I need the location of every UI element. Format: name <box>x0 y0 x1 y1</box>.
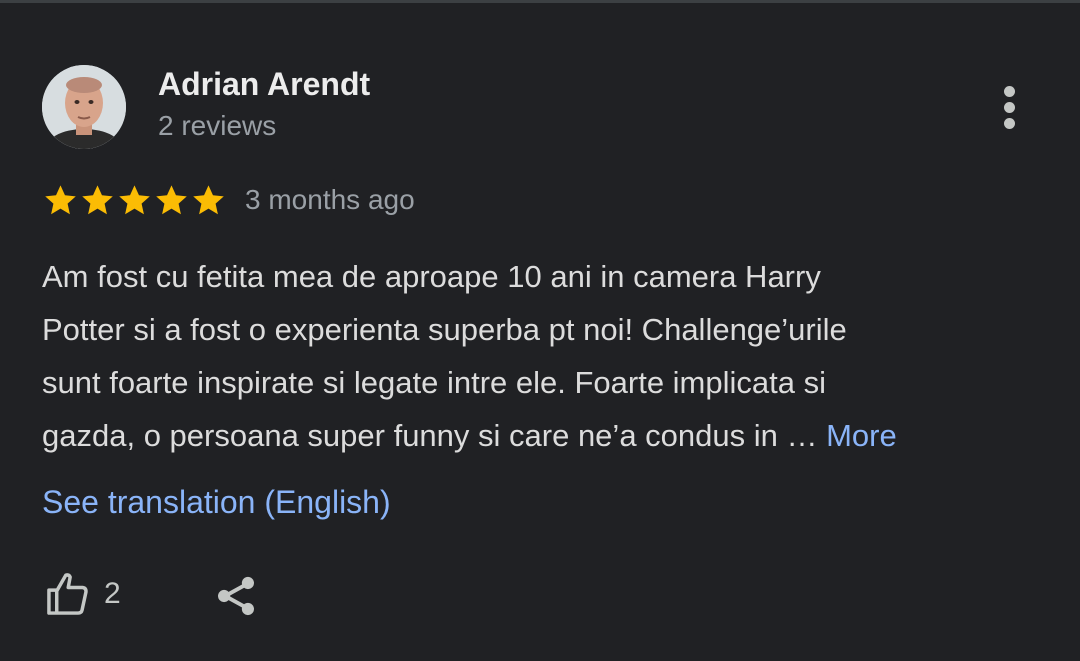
star-icon <box>82 184 113 214</box>
more-vert-icon[interactable] <box>990 82 1030 134</box>
top-divider <box>0 0 1080 3</box>
avatar-image <box>42 65 126 149</box>
share-button[interactable] <box>210 570 262 622</box>
more-link[interactable]: More <box>826 418 897 453</box>
review-text-line: sunt foarte inspirate si legate intre el… <box>42 365 826 400</box>
star-rating <box>42 182 227 219</box>
like-button[interactable]: 2 <box>42 566 121 622</box>
like-count: 2 <box>104 577 121 610</box>
review-text-truncated: gazda, o persoana super funny si care ne… <box>42 418 827 453</box>
share-icon <box>218 576 254 616</box>
thumb-up-icon <box>47 573 88 615</box>
star-icon <box>119 184 150 214</box>
review-text: Am fost cu fetita mea de aproape 10 ani … <box>42 250 1042 462</box>
star-icon <box>193 184 224 214</box>
review-time: 3 months ago <box>245 184 415 215</box>
see-translation-link[interactable]: See translation (English) <box>42 484 391 521</box>
author-review-count: 2 reviews <box>158 110 277 141</box>
star-icon <box>156 184 187 214</box>
author-name[interactable]: Adrian Arendt <box>158 66 370 103</box>
review-text-line: Am fost cu fetita mea de aproape 10 ani … <box>42 259 821 294</box>
rating-row: 3 months ago <box>42 180 415 220</box>
avatar[interactable] <box>42 65 126 149</box>
star-icon <box>45 184 76 214</box>
review-text-line-last: gazda, o persoana super funny si care ne… <box>42 409 1042 462</box>
review-text-line: Potter si a fost o experienta superba pt… <box>42 312 847 347</box>
